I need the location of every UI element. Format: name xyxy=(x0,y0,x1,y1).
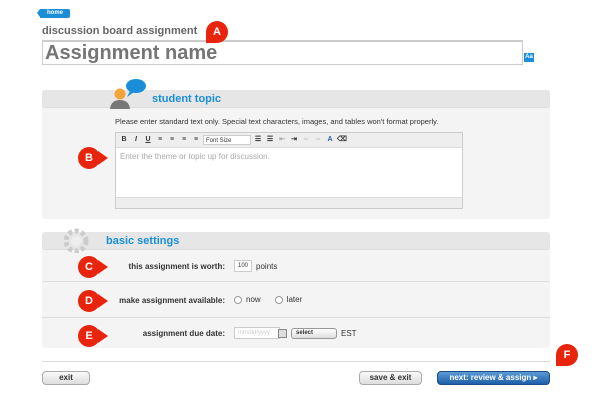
points-unit: points xyxy=(256,261,278,271)
due-date-label: assignment due date: xyxy=(142,329,225,338)
align-right-icon[interactable]: ≡ xyxy=(179,135,189,145)
calendar-icon[interactable] xyxy=(278,328,287,338)
numbered-list-icon[interactable]: ☰ xyxy=(265,135,275,145)
later-label: later xyxy=(286,295,303,304)
due-date-row: assignment due date: mm/dd/yyyy select E… xyxy=(42,317,550,348)
text-color-button[interactable]: A xyxy=(325,135,335,145)
page-title: discussion board assignment xyxy=(42,25,198,37)
rich-text-editor: B I U ≡ ≡ ≡ ≡ Font Size ☰ ☰ ⇤ ⇥ ∞ ∞ A ⌫ … xyxy=(115,132,463,209)
person-speech-icon xyxy=(110,79,146,109)
unlink-icon[interactable]: ∞ xyxy=(313,135,323,145)
due-date-input[interactable]: mm/dd/yyyy xyxy=(234,327,280,339)
underline-button[interactable]: U xyxy=(143,135,153,145)
align-left-icon[interactable]: ≡ xyxy=(155,135,165,145)
basic-settings-panel: basic settings this assignment is worth:… xyxy=(42,232,550,348)
section-title: student topic xyxy=(152,93,222,105)
callout-d: D xyxy=(78,290,108,312)
align-center-icon[interactable]: ≡ xyxy=(167,135,177,145)
justify-icon[interactable]: ≡ xyxy=(191,135,201,145)
home-link[interactable]: home xyxy=(37,9,70,18)
clear-format-icon[interactable]: ⌫ xyxy=(337,135,347,145)
instructions: Please enter standard text only. Special… xyxy=(115,117,439,126)
link-icon[interactable]: ∞ xyxy=(301,135,311,145)
topic-textarea[interactable]: Enter the theme or topic up for discussi… xyxy=(116,148,462,197)
italic-button[interactable]: I xyxy=(131,135,141,145)
format-icon[interactable]: Aa xyxy=(524,53,534,62)
later-radio[interactable] xyxy=(274,295,283,304)
editor-statusbar xyxy=(116,197,462,208)
availability-label: make assignment available: xyxy=(119,296,225,305)
indent-icon[interactable]: ⇥ xyxy=(289,135,299,145)
time-select[interactable]: select xyxy=(291,327,337,339)
section-title: basic settings xyxy=(106,235,180,247)
points-input[interactable]: 100 xyxy=(234,260,253,272)
editor-toolbar: B I U ≡ ≡ ≡ ≡ Font Size ☰ ☰ ⇤ ⇥ ∞ ∞ A ⌫ xyxy=(116,133,462,148)
divider xyxy=(42,361,550,362)
font-size-select[interactable]: Font Size xyxy=(203,135,251,145)
worth-row: this assignment is worth: 100 points xyxy=(42,250,550,281)
callout-a: A xyxy=(206,21,228,43)
availability-row: make assignment available: now later xyxy=(42,281,550,317)
now-radio[interactable] xyxy=(234,295,242,304)
callout-f: F xyxy=(556,344,578,366)
callout-b: B xyxy=(78,147,108,169)
now-label: now xyxy=(246,295,261,304)
callout-c: C xyxy=(78,256,108,278)
outdent-icon[interactable]: ⇤ xyxy=(277,135,287,145)
basic-settings-header: basic settings xyxy=(42,232,550,250)
next-review-assign-button[interactable]: next: review & assign ▸ xyxy=(437,371,550,385)
assignment-name-input[interactable] xyxy=(42,40,523,65)
worth-label: this assignment is worth: xyxy=(128,262,225,271)
callout-e: E xyxy=(78,325,108,347)
timezone-label: EST xyxy=(341,328,357,338)
bullet-list-icon[interactable]: ☰ xyxy=(253,135,263,145)
exit-button[interactable]: exit xyxy=(42,371,90,385)
bold-button[interactable]: B xyxy=(119,135,129,145)
gear-icon xyxy=(63,228,89,253)
save-exit-button[interactable]: save & exit xyxy=(359,371,422,385)
